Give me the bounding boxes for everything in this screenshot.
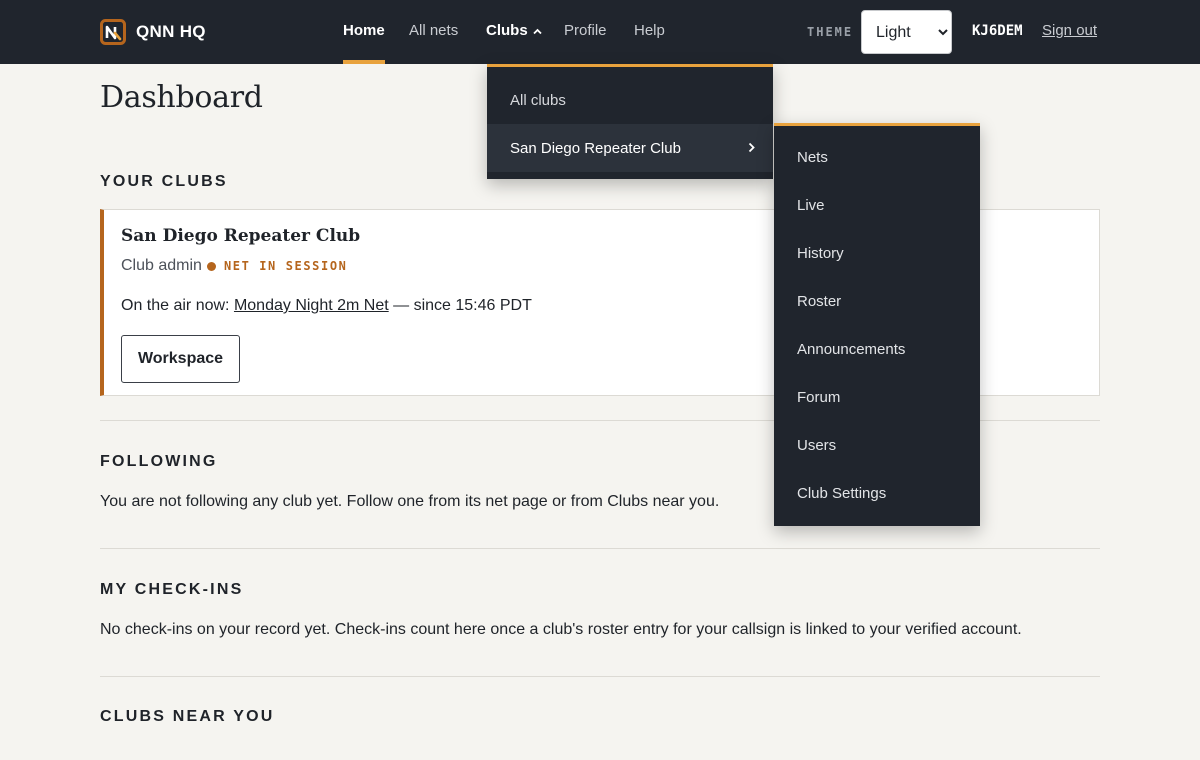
nav-help[interactable]: Help (634, 22, 665, 39)
submenu-item-club-settings[interactable]: Club Settings (774, 469, 980, 517)
top-navbar: QNN HQ Home All nets Clubs Profile Help … (0, 0, 1200, 64)
net-status-badge: NET IN SESSION (223, 259, 348, 273)
submenu-item-users[interactable]: Users (774, 421, 980, 469)
clubs-dropdown-menu: All clubs San Diego Repeater Club (487, 64, 773, 179)
menu-item-all-clubs[interactable]: All clubs (487, 76, 773, 124)
theme-select[interactable]: Light (861, 10, 952, 54)
submenu-item-nets[interactable]: Nets (774, 133, 980, 181)
club-role-row: Club admin NET IN SESSION (121, 257, 347, 275)
nav-clubs-label: Clubs (486, 22, 528, 39)
nav-home[interactable]: Home (343, 22, 385, 39)
chevron-right-icon (748, 142, 755, 153)
submenu-item-roster[interactable]: Roster (774, 277, 980, 325)
section-divider (100, 676, 1100, 677)
chevron-up-icon (533, 28, 542, 34)
nav-clubs[interactable]: Clubs (486, 22, 542, 39)
checkins-text: No check-ins on your record yet. Check-i… (100, 621, 1022, 638)
user-callsign: KJ6DEM (972, 23, 1023, 39)
club-submenu: Nets Live History Roster Announcements F… (774, 123, 980, 526)
submenu-item-forum[interactable]: Forum (774, 373, 980, 421)
brand-name: QNN HQ (136, 22, 206, 41)
clubs-near-you-heading: CLUBS NEAR YOU (100, 708, 275, 725)
sign-out-link[interactable]: Sign out (1042, 22, 1097, 39)
your-clubs-heading: YOUR CLUBS (100, 173, 228, 190)
club-role: Club admin (121, 257, 202, 274)
submenu-item-history[interactable]: History (774, 229, 980, 277)
brand-link[interactable]: QNN HQ (100, 19, 206, 45)
qnn-logo-icon (100, 19, 126, 45)
net-link[interactable]: Monday Night 2m Net (234, 297, 389, 314)
page-title: Dashboard (100, 80, 263, 115)
club-name: San Diego Repeater Club (121, 226, 361, 246)
on-air-suffix: — since 15:46 PDT (393, 297, 532, 314)
active-nav-indicator (343, 60, 385, 64)
section-divider (100, 548, 1100, 549)
following-heading: FOLLOWING (100, 453, 218, 470)
nav-all-nets[interactable]: All nets (409, 22, 458, 39)
status-dot-icon (206, 261, 216, 271)
submenu-item-live[interactable]: Live (774, 181, 980, 229)
on-air-prefix: On the air now: (121, 297, 230, 314)
on-air-line: On the air now: Monday Night 2m Net — si… (121, 297, 532, 315)
menu-item-club[interactable]: San Diego Repeater Club (487, 124, 773, 172)
checkins-heading: MY CHECK-INS (100, 581, 244, 598)
following-text: You are not following any club yet. Foll… (100, 493, 720, 510)
submenu-item-announcements[interactable]: Announcements (774, 325, 980, 373)
menu-item-club-label: San Diego Repeater Club (510, 139, 681, 157)
workspace-button[interactable]: Workspace (121, 335, 240, 383)
nav-profile[interactable]: Profile (564, 22, 607, 39)
theme-label: THEME (807, 25, 854, 39)
